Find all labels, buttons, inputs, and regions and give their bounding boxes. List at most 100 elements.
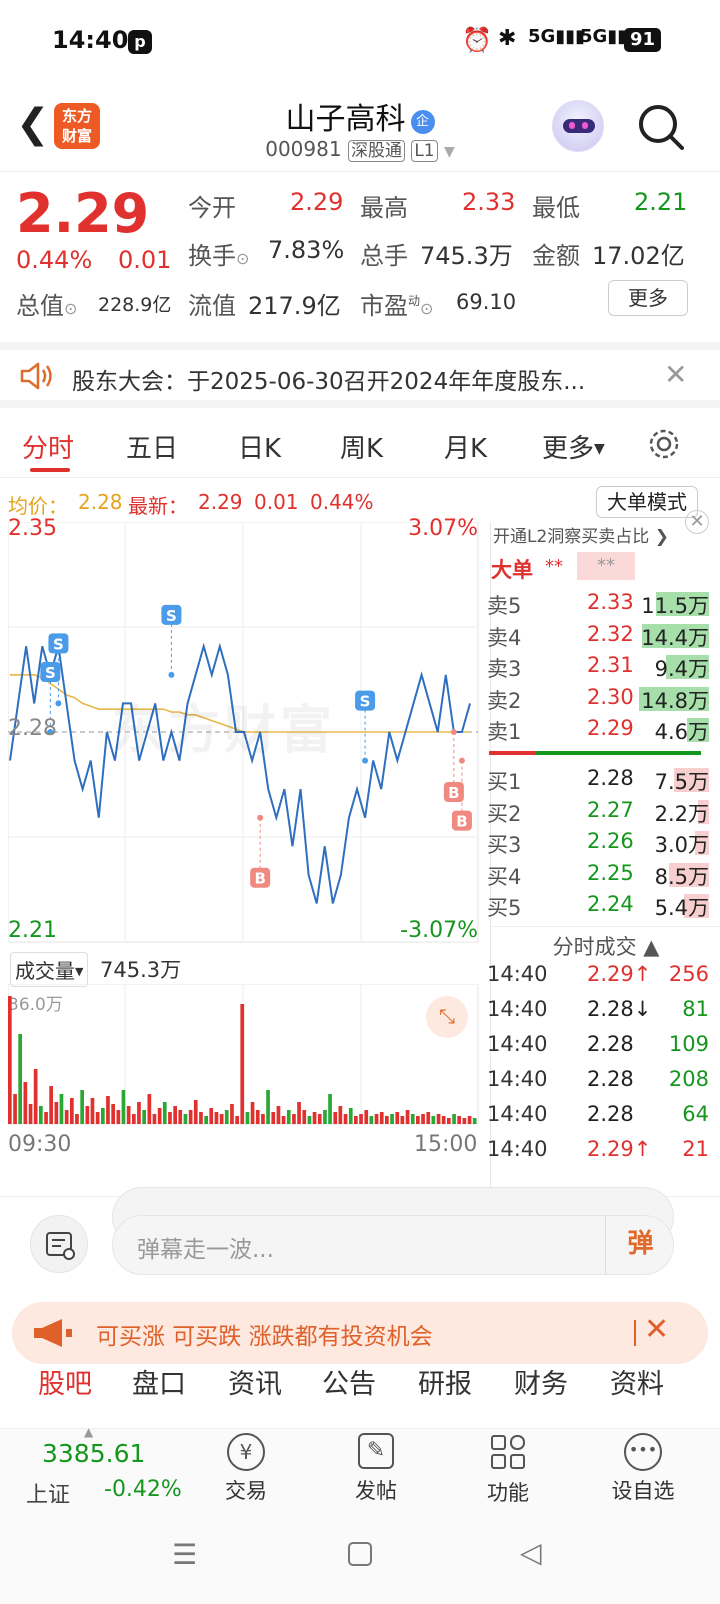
open-label: 今开 (188, 194, 236, 222)
danmu-settings-button[interactable] (30, 1215, 88, 1273)
tab-more[interactable]: 更多▼ (542, 428, 605, 465)
volume-bar (467, 1116, 472, 1124)
tab-intraday[interactable]: 分时 (22, 428, 74, 465)
content-tabs: 股吧 盘口 资讯 公告 研报 财务 资料 (0, 1369, 720, 1428)
ask-row[interactable]: 卖2 2.30 14.8万 (487, 683, 720, 715)
tick-time: 14:40 (487, 997, 548, 1021)
ask-row[interactable]: 卖4 2.32 14.4万 (487, 620, 720, 652)
marker-buy-label: B (448, 784, 459, 802)
intraday-chart[interactable]: SSSSBBB 2.35 3.07% 2.28 2.21 -3.07% 东方财富 (8, 516, 490, 964)
megaphone-icon (34, 1319, 72, 1347)
level-label: 买4 (487, 864, 522, 889)
bid-row[interactable]: 买4 2.25 8.5万 (487, 859, 720, 891)
tab-monthly-k[interactable]: 月K (444, 428, 487, 465)
tab-forum[interactable]: 股吧 (38, 1362, 92, 1401)
avg-label: 均价： (8, 494, 68, 518)
volume-bar (410, 1114, 415, 1124)
tick-row: 14:40 2.28 64 (487, 1100, 720, 1132)
tab-research[interactable]: 研报 (418, 1362, 472, 1401)
ask-row[interactable]: 卖5 2.33 11.5万 (487, 588, 720, 620)
promo-banner[interactable]: 可买涨 可买跌 涨跌都有投资机会 ✕ (12, 1302, 708, 1364)
low-label: 最低 (532, 194, 580, 222)
close-icon[interactable]: ✕ (685, 510, 709, 534)
level-price: 2.27 (587, 797, 634, 822)
tab-news[interactable]: 资讯 (228, 1362, 282, 1401)
volume-bar (328, 1094, 332, 1124)
turnover-label[interactable]: 换手⊙ (188, 236, 249, 271)
marker-sell-label: S (45, 664, 56, 682)
nav-add-watchlist[interactable]: ••• 设自选 (598, 1429, 688, 1519)
volume-bar (64, 1110, 69, 1124)
tab-announcements[interactable]: 公告 (322, 1362, 376, 1401)
menu-icon[interactable]: ☰ (172, 1538, 197, 1571)
level-label: 卖1 (487, 720, 522, 744)
tick-time: 14:40 (487, 1067, 548, 1091)
fullscreen-button[interactable]: ⤡ (426, 996, 468, 1038)
tab-daily-k[interactable]: 日K (238, 428, 281, 465)
l2-promo-link[interactable]: 开通L2洞察买卖占比 ❯ (493, 522, 669, 547)
tick-volume: 64 (682, 1102, 709, 1126)
tab-orderbook[interactable]: 盘口 (132, 1362, 186, 1401)
volume-bar (75, 1114, 79, 1124)
robot-assistant-icon[interactable] (552, 100, 604, 152)
search-icon[interactable] (636, 102, 686, 152)
nav-post[interactable]: ✎ 发帖 (336, 1429, 416, 1519)
volume-bar (400, 1116, 405, 1124)
close-icon[interactable]: ✕ (664, 358, 687, 391)
volume-label: 总手 (360, 242, 408, 270)
volume-bar (395, 1112, 400, 1124)
volume-bar (121, 1090, 126, 1124)
index-name: 上证 (26, 1483, 71, 1508)
notice-bar[interactable]: 股东大会：于2025-06-30召开2024年年度股东... ✕ (0, 342, 720, 408)
ask-row[interactable]: 卖3 2.31 9.4万 (487, 651, 720, 683)
tick-price: 2.28 (587, 1102, 634, 1126)
volume-bar (183, 1114, 188, 1124)
stock-code-row[interactable]: 000981 深股通 L1 ▼ (0, 136, 720, 162)
nav-post-label: 发帖 (355, 1479, 397, 1503)
latest-value: 2.29 (198, 490, 243, 514)
close-icon[interactable]: ✕ (644, 1312, 669, 1347)
caret-down-icon: ▼ (594, 441, 605, 457)
big-order-mode-button[interactable]: 大单模式 (596, 486, 698, 518)
nav-trade[interactable]: ¥ 交易 (206, 1429, 286, 1519)
market-cap-label[interactable]: 总值⊙ (16, 286, 77, 321)
level-price: 2.30 (587, 684, 634, 709)
status-time: 14:40 (52, 26, 129, 54)
back-nav-icon[interactable]: ◁ (520, 1536, 542, 1569)
pe-label[interactable]: 市盈动⊙ (360, 286, 433, 321)
home-icon[interactable] (348, 1542, 372, 1566)
danmu-send-button[interactable]: 弹 (605, 1216, 675, 1274)
ask-row[interactable]: 卖1 2.29 4.6万 (487, 714, 720, 746)
bid-row[interactable]: 买1 2.28 7.5万 (487, 764, 720, 796)
change-percent: 0.44% (16, 246, 93, 274)
volume-selector[interactable]: 成交量▼ (10, 952, 89, 987)
big-order-label: 大单 (491, 558, 533, 582)
bid-row[interactable]: 买2 2.27 2.2万 (487, 796, 720, 828)
volume-bar (416, 1116, 420, 1124)
volume-bar (245, 1112, 250, 1124)
tab-financials[interactable]: 财务 (514, 1362, 568, 1401)
tick-row: 14:40 2.29↑ 21 (487, 1135, 720, 1167)
bid-row[interactable]: 买3 2.26 3.0万 (487, 827, 720, 859)
pe-value: 69.10 (456, 290, 517, 314)
level-price: 2.26 (587, 829, 634, 853)
stock-header: ❮ 东方 财富 山子高科 企 000981 深股通 L1 ▼ (0, 82, 720, 172)
index-widget[interactable]: ▲ 3385.61 上证 -0.42% (0, 1425, 190, 1519)
tab-five-day[interactable]: 五日 (126, 428, 178, 465)
settings-gear-icon[interactable] (646, 426, 682, 462)
chart-watermark: 东方财富 (112, 701, 337, 761)
volume-bar (132, 1114, 136, 1124)
volume-bar (462, 1118, 467, 1124)
float-cap-value: 217.9亿 (248, 292, 341, 320)
bid-row[interactable]: 买5 2.24 5.4万 (487, 890, 720, 922)
danmu-input-box[interactable]: 弹幕走一波... 弹 (112, 1215, 674, 1275)
tab-weekly-k[interactable]: 周K (340, 428, 383, 465)
nav-functions[interactable]: 功能 (468, 1429, 548, 1519)
tab-profile[interactable]: 资料 (610, 1362, 664, 1401)
ticks-title-row[interactable]: 分时成交 ▲ (491, 926, 720, 961)
volume-panel[interactable]: 成交量▼ 745.3万 36.0万 ⤡ 09:30 15:00 (8, 952, 490, 1192)
volume-bar (95, 1112, 100, 1124)
more-button[interactable]: 更多 (608, 280, 688, 316)
level-volume: 7.5万 (654, 770, 709, 794)
volume-bar (354, 1116, 358, 1124)
